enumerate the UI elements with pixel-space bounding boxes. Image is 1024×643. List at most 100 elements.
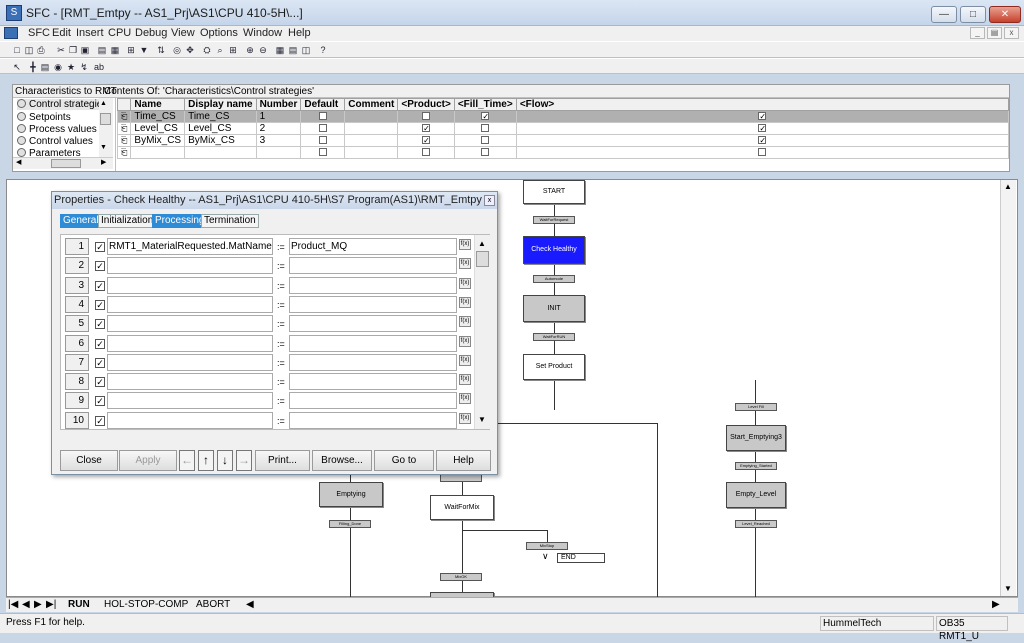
print-icon[interactable]: ⎙	[36, 45, 46, 55]
download-icon[interactable]: ▼	[139, 45, 149, 55]
transition-mix-ok[interactable]: MixOK	[440, 573, 482, 581]
transition-partial[interactable]	[440, 474, 482, 482]
menu-help[interactable]: Help	[288, 27, 311, 39]
row-number[interactable]: 8	[65, 373, 89, 391]
tab-last-icon[interactable]: ▶|	[46, 599, 56, 610]
column-header[interactable]: Name	[130, 98, 186, 111]
row-number[interactable]: 10	[65, 411, 89, 429]
product-cell[interactable]	[397, 110, 455, 123]
h-scroll-left-icon[interactable]: ◀	[246, 599, 254, 610]
object-properties-icon[interactable]: ▦	[110, 45, 120, 55]
zoom-out-icon[interactable]: ⊖	[258, 45, 268, 55]
tab-prev-icon[interactable]: ◀	[22, 599, 30, 610]
arrow-down-icon[interactable]: ↓	[217, 450, 233, 471]
checkbox[interactable]	[318, 148, 327, 157]
dialog-close-icon[interactable]: x	[484, 195, 495, 206]
row-checkbox[interactable]: ✓	[95, 261, 105, 272]
scroll-thumb[interactable]	[476, 251, 489, 267]
scroll-thumb[interactable]	[100, 113, 111, 125]
function-icon[interactable]: f(x)	[459, 393, 471, 405]
left-operand-input[interactable]	[107, 392, 273, 410]
zoom-in-icon[interactable]: ⊕	[245, 45, 255, 55]
row-checkbox[interactable]: ✓	[95, 242, 105, 252]
flow-cell[interactable]	[515, 146, 1010, 159]
arrow-up-icon[interactable]: ↑	[198, 450, 214, 471]
tree-item-control-strategies[interactable]: Control strategies	[17, 99, 108, 110]
scroll-down-icon[interactable]: ▼	[478, 415, 486, 424]
open-icon[interactable]: ◫	[24, 45, 34, 55]
compile-icon[interactable]: ⊞	[126, 45, 136, 55]
checkbox[interactable]	[481, 148, 490, 157]
checkbox[interactable]: ✓	[481, 112, 490, 121]
checkbox[interactable]	[318, 124, 327, 133]
row-checkbox[interactable]: ✓	[95, 377, 105, 388]
default-cell[interactable]	[300, 110, 346, 123]
fill-time-cell[interactable]: ✓	[453, 110, 517, 123]
table-row[interactable]: ⎗ Level_CS Level_CS 2 ✓ ✓	[116, 122, 1010, 135]
close-dialog-button[interactable]: Close	[60, 450, 118, 471]
function-icon[interactable]: f(x)	[459, 354, 471, 366]
mdi-close-button[interactable]: x	[1004, 27, 1019, 39]
transition-mix-stop[interactable]: MixStop	[526, 542, 568, 550]
column-header[interactable]: <Product>	[397, 98, 455, 111]
maximize-button[interactable]: □	[960, 6, 986, 23]
tab-abort[interactable]: ABORT	[196, 599, 230, 610]
default-cell[interactable]	[300, 122, 346, 135]
table-row[interactable]: ⎗	[116, 146, 1010, 159]
checkbox[interactable]	[318, 112, 327, 121]
step-wait-for-mix[interactable]: WaitForMix	[430, 495, 494, 520]
tree-horizontal-scrollbar[interactable]: ◀ ▶	[13, 157, 113, 169]
left-operand-input[interactable]: RMT1_MaterialRequested.MatName	[107, 238, 273, 255]
help-button[interactable]: Help	[436, 450, 491, 471]
left-operand-input[interactable]	[107, 257, 273, 275]
product-cell[interactable]: ✓	[397, 134, 455, 147]
checkbox[interactable]	[422, 112, 431, 121]
fill-time-cell[interactable]	[453, 134, 517, 147]
scroll-up-icon[interactable]: ▲	[1004, 182, 1012, 191]
goto-button[interactable]: Go to	[374, 450, 434, 471]
transition-emptying-started[interactable]: Emptying_Started	[735, 462, 777, 470]
tab-termination[interactable]: Termination	[201, 214, 259, 228]
step-init[interactable]: INIT	[523, 295, 585, 322]
menu-cpu[interactable]: CPU	[108, 27, 131, 39]
checkbox[interactable]: ✓	[758, 124, 767, 133]
column-header[interactable]: Display name	[184, 98, 257, 111]
checkbox[interactable]: ✓	[758, 112, 767, 121]
product-cell[interactable]: ✓	[397, 122, 455, 135]
loop-icon[interactable]: ★	[66, 62, 76, 72]
zoom-fit-icon[interactable]: ⊞	[228, 45, 238, 55]
row-number[interactable]: 3	[65, 276, 89, 294]
right-operand-input[interactable]	[289, 334, 457, 352]
row-number[interactable]: 1	[65, 238, 89, 255]
arrow-right-icon[interactable]: →	[236, 450, 252, 471]
checkbox[interactable]	[318, 136, 327, 145]
function-icon[interactable]: f(x)	[459, 335, 471, 347]
table-row[interactable]: ⎗ Time_CS Time_CS 1 ✓ ✓	[116, 110, 1010, 123]
scroll-down-icon[interactable]: ▼	[100, 144, 107, 151]
tab-initialization[interactable]: Initialization	[98, 214, 157, 228]
paste-icon[interactable]: ▣	[80, 45, 90, 55]
fit-icon[interactable]: ✥	[185, 45, 195, 55]
row-number[interactable]: 2	[65, 257, 89, 275]
tab-first-icon[interactable]: |◀	[8, 599, 18, 610]
fill-time-cell[interactable]	[453, 122, 517, 135]
step-start[interactable]: START	[523, 180, 585, 204]
function-icon[interactable]: f(x)	[459, 277, 471, 289]
scroll-up-icon[interactable]: ▲	[100, 100, 107, 107]
document-icon[interactable]	[4, 27, 18, 39]
checkbox[interactable]	[422, 148, 431, 157]
tab-general[interactable]: General	[60, 214, 102, 228]
tile-icon[interactable]: ▦	[275, 45, 285, 55]
cut-icon[interactable]: ✂	[56, 45, 66, 55]
monitor-icon[interactable]: ◎	[172, 45, 182, 55]
function-icon[interactable]: f(x)	[459, 316, 471, 328]
menu-debug[interactable]: Debug	[135, 27, 167, 39]
column-header[interactable]: Number	[255, 98, 302, 111]
scroll-left-icon[interactable]: ◀	[16, 158, 21, 166]
checkbox[interactable]: ✓	[758, 136, 767, 145]
jump-icon[interactable]: ↯	[79, 62, 89, 72]
transition-automode[interactable]: Automode	[533, 275, 575, 283]
left-operand-input[interactable]	[107, 295, 273, 313]
column-header[interactable]: Comment	[344, 98, 399, 111]
tree-item-process-values[interactable]: Process values	[17, 124, 97, 135]
